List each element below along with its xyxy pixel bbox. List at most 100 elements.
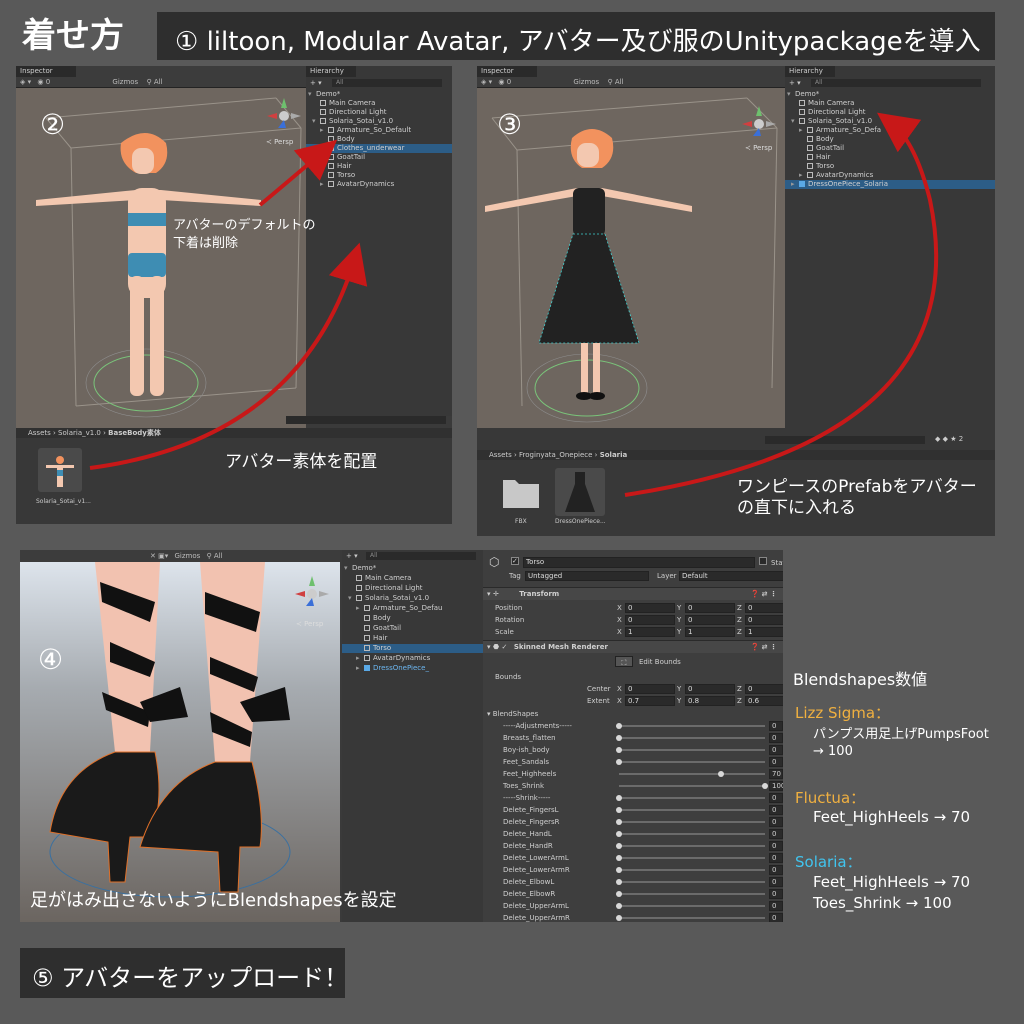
smr-enabled-checkbox[interactable]: ✓	[502, 643, 508, 651]
blendshape-value-input[interactable]: 0	[769, 793, 783, 803]
blendshape-slider[interactable]	[619, 773, 765, 775]
hierarchy-search-input[interactable]: All	[366, 552, 476, 560]
hierarchy-row-selected[interactable]: ▸ DressOnePiece_Solaria	[785, 180, 995, 189]
blendshape-slider[interactable]	[619, 749, 765, 751]
bounds-value-input[interactable]: 0	[745, 684, 783, 694]
hierarchy-row[interactable]: GoatTail	[306, 153, 452, 162]
blendshape-value-input[interactable]: 0	[769, 901, 783, 911]
slider-knob[interactable]	[616, 867, 622, 873]
blendshape-value-input[interactable]: 0	[769, 841, 783, 851]
visibility-icon[interactable]: ◉	[37, 78, 43, 86]
hierarchy-row[interactable]: Directional Light	[306, 108, 452, 117]
hierarchy-row[interactable]: GoatTail	[785, 144, 995, 153]
slider-knob[interactable]	[616, 807, 622, 813]
smr-header[interactable]: ▾ ⬣ ✓ Skinned Mesh Renderer ❓ ⇄ ⋮	[483, 640, 783, 653]
slider-knob[interactable]	[616, 819, 622, 825]
slider-knob[interactable]	[616, 855, 622, 861]
blendshape-slider[interactable]	[619, 869, 765, 871]
hierarchy-row[interactable]: Body	[306, 135, 452, 144]
hierarchy-row[interactable]: Hair	[785, 153, 995, 162]
blendshape-value-input[interactable]: 100	[769, 781, 783, 791]
hierarchy-row[interactable]: ▸ AvatarDynamics	[306, 180, 452, 189]
static-checkbox[interactable]	[759, 557, 767, 565]
add-object-button[interactable]: + ▾	[346, 552, 358, 560]
search-icon[interactable]: ⚲	[146, 78, 151, 86]
blendshape-value-input[interactable]: 0	[769, 805, 783, 815]
blendshape-slider[interactable]	[619, 893, 765, 895]
inspector-tab[interactable]: Inspector	[477, 66, 537, 77]
transform-value-input[interactable]: 0	[625, 603, 675, 613]
star-icon[interactable]: ★	[950, 435, 956, 443]
axis-gizmo-icon[interactable]	[739, 104, 779, 144]
blendshape-slider[interactable]	[619, 917, 765, 919]
component-menu-icon[interactable]: ❓ ⇄ ⋮	[751, 588, 777, 601]
slider-knob[interactable]	[718, 771, 725, 777]
hierarchy-row-selected[interactable]: Torso	[342, 644, 483, 653]
blendshape-value-input[interactable]: 0	[769, 853, 783, 863]
edit-bounds-button[interactable]: ⛶	[615, 656, 633, 667]
blendshape-slider[interactable]	[619, 809, 765, 811]
bounds-value-input[interactable]: 0.7	[625, 696, 675, 706]
hierarchy-row[interactable]: ▸ Armature_So_Defau	[342, 604, 483, 613]
bounds-value-input[interactable]: 0	[625, 684, 675, 694]
hierarchy-row[interactable]: ▸ AvatarDynamics	[342, 654, 483, 663]
hierarchy-row[interactable]: Torso	[785, 162, 995, 171]
hierarchy-row[interactable]: ▸ AvatarDynamics	[785, 171, 995, 180]
hierarchy-row[interactable]: Body	[785, 135, 995, 144]
gizmos-button[interactable]: Gizmos	[573, 78, 599, 86]
transform-value-input[interactable]: 1	[745, 627, 783, 637]
hierarchy-row[interactable]: Directional Light	[785, 108, 995, 117]
hierarchy-row[interactable]: ▸ Armature_So_Default	[306, 126, 452, 135]
slider-knob[interactable]	[616, 831, 622, 837]
transform-value-input[interactable]: 0	[745, 603, 783, 613]
object-name-input[interactable]: Torso	[523, 557, 755, 568]
add-object-button[interactable]: + ▾	[310, 79, 322, 87]
slider-knob[interactable]	[616, 843, 622, 849]
hierarchy-row-avatar[interactable]: ▾ Solaria_Sotai_v1.0	[785, 117, 995, 126]
blendshape-value-input[interactable]: 0	[769, 913, 783, 922]
hierarchy-row[interactable]: Main Camera	[342, 574, 483, 583]
transform-value-input[interactable]: 0	[625, 615, 675, 625]
active-checkbox[interactable]: ✓	[511, 557, 519, 565]
project-search-input[interactable]	[765, 436, 925, 444]
transform-value-input[interactable]: 1	[685, 627, 735, 637]
scene-view[interactable]: ≺ Persp	[477, 88, 785, 428]
hierarchy-tab[interactable]: Hierarchy	[306, 66, 356, 77]
blendshape-value-input[interactable]: 0	[769, 865, 783, 875]
filter-icon[interactable]: ◆	[935, 435, 940, 443]
blendshape-value-input[interactable]: 0	[769, 757, 783, 767]
hierarchy-row[interactable]: GoatTail	[342, 624, 483, 633]
blendshape-slider[interactable]	[619, 833, 765, 835]
blendshape-slider[interactable]	[619, 785, 765, 787]
transform-value-input[interactable]: 0	[685, 615, 735, 625]
layers-icon[interactable]: ◈ ▾	[20, 78, 31, 86]
hierarchy-row[interactable]: Main Camera	[306, 99, 452, 108]
hierarchy-row[interactable]: ▸ Armature_So_Defa	[785, 126, 995, 135]
hierarchy-row-selected[interactable]: Clothes_underwear	[306, 144, 452, 153]
tag-dropdown[interactable]: Untagged	[525, 571, 649, 581]
avatar-prefab-thumbnail[interactable]	[38, 448, 82, 492]
blendshape-value-input[interactable]: 0	[769, 733, 783, 743]
blendshape-slider[interactable]	[619, 761, 765, 763]
slider-knob[interactable]	[616, 915, 622, 921]
project-search-input[interactable]	[286, 416, 446, 424]
hierarchy-row[interactable]: Hair	[342, 634, 483, 643]
gizmos-button[interactable]: Gizmos	[112, 78, 138, 86]
blendshape-slider[interactable]	[619, 725, 765, 727]
slider-knob[interactable]	[616, 735, 622, 741]
persp-label[interactable]: ≺ Persp	[296, 620, 323, 628]
transform-value-input[interactable]: 0	[745, 615, 783, 625]
scene-view-feet[interactable]: ✕ ▣▾ Gizmos ⚲ All ≺ Persp	[20, 550, 340, 922]
blendshape-slider[interactable]	[619, 737, 765, 739]
slider-knob[interactable]	[616, 903, 622, 909]
hierarchy-row[interactable]: Main Camera	[785, 99, 995, 108]
hierarchy-row-scene[interactable]: ▾ Demo*	[785, 90, 995, 99]
add-object-button[interactable]: + ▾	[789, 79, 801, 87]
transform-value-input[interactable]: 0	[685, 603, 735, 613]
search-scene-input[interactable]: All	[214, 552, 223, 560]
bounds-label[interactable]: Bounds	[483, 671, 783, 683]
hierarchy-search-input[interactable]: All	[332, 79, 442, 87]
hierarchy-row[interactable]: Body	[342, 614, 483, 623]
blendshape-value-input[interactable]: 70	[769, 769, 783, 779]
slider-knob[interactable]	[616, 747, 622, 753]
